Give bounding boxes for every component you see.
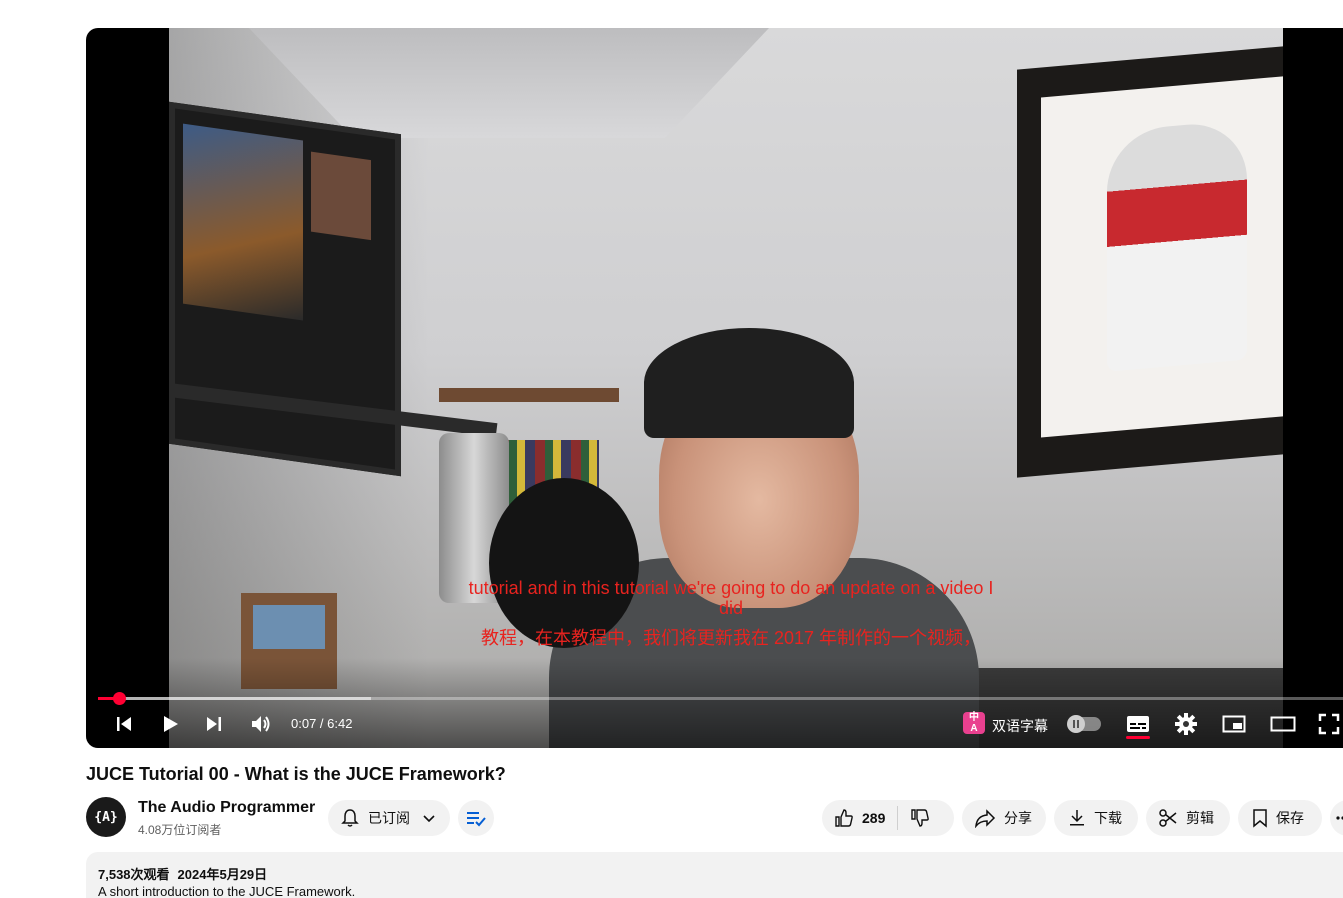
save-label: 保存 xyxy=(1276,810,1304,826)
controls-gradient xyxy=(86,658,1343,748)
caption-english-line-2: did xyxy=(718,598,744,618)
progress-scrubber[interactable] xyxy=(113,692,126,705)
next-button[interactable] xyxy=(202,710,226,738)
volume-icon xyxy=(252,716,270,732)
thumbs-up-icon xyxy=(835,809,853,827)
youtube-watch-page: tutorial and in this tutorial we're goin… xyxy=(0,0,1343,898)
channel-avatar[interactable]: {A} xyxy=(86,797,126,837)
dislike-button[interactable] xyxy=(910,808,930,828)
caption-english-line-1: tutorial and in this tutorial we're goin… xyxy=(468,578,994,598)
channel-name[interactable]: The Audio Programmer xyxy=(138,799,315,817)
autoplay-knob xyxy=(1067,715,1085,733)
time-display: 0:07 / 6:42 xyxy=(291,716,353,731)
subtitles-overlay: tutorial and in this tutorial we're goin… xyxy=(86,578,1343,648)
like-button[interactable]: 289 xyxy=(834,808,885,828)
video-title: JUCE Tutorial 00 - What is the JUCE Fram… xyxy=(86,764,506,784)
bilingual-subtitle-label[interactable]: 双语字幕 xyxy=(992,716,1048,736)
subscriber-count: 4.08万位订阅者 xyxy=(138,823,222,837)
scissors-icon xyxy=(1159,809,1177,827)
translate-icon: 中A xyxy=(969,712,979,734)
share-label: 分享 xyxy=(1004,810,1032,826)
clip-label: 剪辑 xyxy=(1186,810,1214,826)
droid-soup-can-art xyxy=(1107,119,1247,372)
poster-art xyxy=(183,123,303,321)
like-divider xyxy=(897,806,899,830)
like-count: 289 xyxy=(862,810,886,826)
fullscreen-button[interactable] xyxy=(1318,710,1340,738)
description-box[interactable]: 7,538次观看 2024年5月29日 A short introduction … xyxy=(86,852,1343,898)
save-button[interactable]: 保存 xyxy=(1238,800,1322,836)
settings-button[interactable] xyxy=(1174,710,1198,738)
settings-icon xyxy=(1175,713,1197,735)
miniplayer-icon xyxy=(1222,715,1246,733)
next-icon xyxy=(207,717,221,731)
bookmark-icon xyxy=(1253,809,1267,828)
description-meta: 7,538次观看 2024年5月29日 xyxy=(98,864,267,883)
pause-icon xyxy=(1073,720,1079,728)
autoplay-toggle[interactable] xyxy=(1067,715,1101,733)
caption-chinese: 教程，在本教程中，我们将更新我在 2017 年制作的一个视频， xyxy=(480,628,982,648)
soup-can-poster-frame xyxy=(1017,46,1283,478)
share-button[interactable]: 分享 xyxy=(962,800,1046,836)
subscribed-button[interactable]: 已订阅 xyxy=(328,800,450,836)
like-dislike-group: 289 xyxy=(822,800,954,836)
download-button[interactable]: 下载 xyxy=(1054,800,1138,836)
volume-button[interactable] xyxy=(248,710,274,738)
subtitles-icon xyxy=(1127,716,1149,732)
subtitles-active-indicator xyxy=(1126,736,1150,739)
subscribed-label: 已订阅 xyxy=(368,810,410,826)
play-icon xyxy=(164,716,178,732)
play-button[interactable] xyxy=(158,710,182,738)
theater-icon xyxy=(1270,716,1296,732)
upload-date: 2024年5月29日 xyxy=(177,867,268,882)
fullscreen-icon xyxy=(1318,713,1340,735)
progress-buffered xyxy=(98,697,371,700)
share-icon xyxy=(975,809,996,828)
subtitles-button[interactable] xyxy=(1126,710,1150,738)
poster-photo xyxy=(311,151,371,241)
video-player[interactable]: tutorial and in this tutorial we're goin… xyxy=(86,28,1343,748)
bilingual-subtitle-badge[interactable]: 中A xyxy=(963,712,985,734)
miniplayer-button[interactable] xyxy=(1222,710,1246,738)
download-icon xyxy=(1070,810,1084,826)
bell-icon xyxy=(341,809,359,827)
previous-icon xyxy=(117,717,131,731)
download-label: 下载 xyxy=(1094,810,1122,826)
chevron-down-icon xyxy=(423,815,435,823)
thumbs-down-icon xyxy=(911,809,930,827)
view-count: 7,538次观看 xyxy=(98,867,170,882)
presenter-cap xyxy=(644,328,854,438)
description-text: A short introduction to the JUCE Framewo… xyxy=(98,884,356,898)
more-icon xyxy=(1336,816,1343,820)
clip-button[interactable]: 剪辑 xyxy=(1146,800,1230,836)
more-actions-button[interactable] xyxy=(1330,800,1343,836)
playlist-check-icon xyxy=(467,812,486,827)
playlist-button[interactable] xyxy=(458,800,494,836)
previous-button[interactable] xyxy=(112,710,136,738)
theater-mode-button[interactable] xyxy=(1270,710,1296,738)
